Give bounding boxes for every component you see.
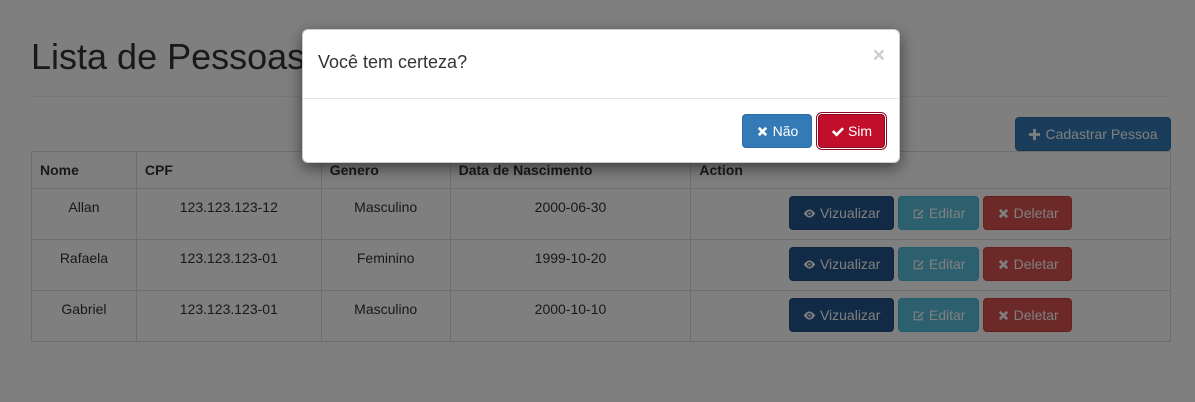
confirm-dialog: Você tem certeza? × Não Sim: [302, 29, 900, 163]
dialog-title: Você tem certeza?: [318, 52, 468, 72]
no-button[interactable]: Não: [742, 114, 812, 148]
dialog-footer: Não Sim: [303, 99, 899, 163]
no-label: Não: [772, 123, 799, 139]
check-icon: [831, 126, 844, 137]
dialog-header: Você tem certeza? ×: [303, 30, 899, 99]
yes-label: Sim: [847, 123, 873, 139]
times-icon: [757, 126, 767, 136]
yes-button[interactable]: Sim: [818, 114, 885, 148]
close-icon[interactable]: ×: [873, 44, 885, 68]
